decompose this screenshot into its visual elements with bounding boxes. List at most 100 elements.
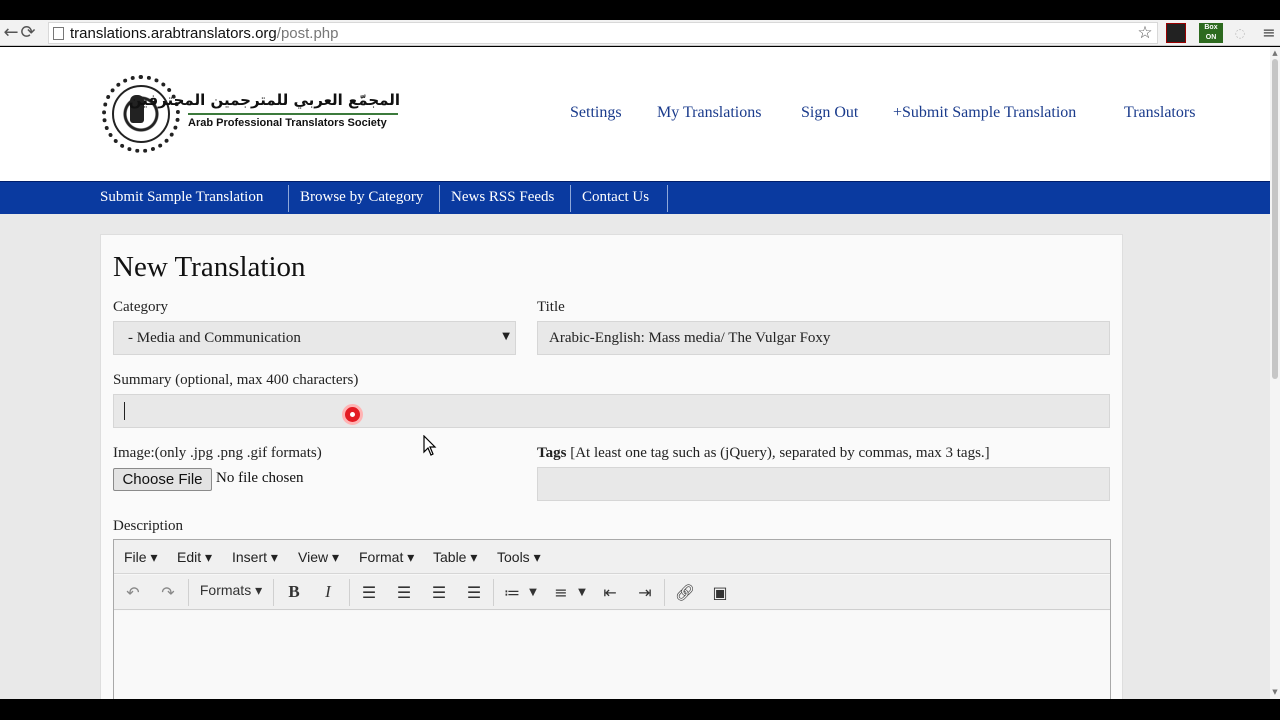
bullet-list-icon[interactable]: ≔ (501, 582, 523, 604)
nav-separator (439, 185, 440, 212)
toolbar-separator (273, 579, 274, 606)
window-bottom-bar (0, 699, 1280, 720)
editor-menu-view[interactable]: View ▾ (298, 549, 339, 566)
editor-menu-bar: File ▾ Edit ▾ Insert ▾ View ▾ Format ▾ T… (114, 540, 1110, 574)
indent-icon[interactable]: ⇥ (634, 582, 656, 604)
top-nav-sign-out[interactable]: Sign Out (801, 104, 858, 122)
image-label: Image:(only .jpg .png .gif formats) (113, 445, 322, 461)
justify-icon[interactable]: ☰ (463, 582, 485, 604)
page-title: New Translation (113, 251, 306, 283)
chevron-down-icon: ▾ (150, 549, 158, 565)
editor-menu-format[interactable]: Format ▾ (359, 549, 414, 566)
outdent-icon[interactable]: ⇤ (599, 582, 621, 604)
numbered-list-icon[interactable]: ≡ (550, 582, 572, 604)
tags-input[interactable] (537, 467, 1110, 501)
box-on-extension-icon[interactable]: Box ON (1199, 23, 1223, 43)
chevron-down-icon[interactable]: ▼ (575, 582, 589, 604)
ext-badge-text: Box ON (1204, 24, 1218, 41)
star-icon[interactable]: ☆ (1135, 23, 1155, 43)
reload-icon[interactable]: ⟳ (17, 22, 39, 44)
choose-file-button[interactable]: Choose File (113, 468, 212, 491)
scroll-down-icon[interactable]: ▼ (1271, 688, 1279, 696)
description-editor: File ▾ Edit ▾ Insert ▾ View ▾ Format ▾ T… (113, 539, 1111, 699)
top-nav-my-translations[interactable]: My Translations (657, 104, 761, 122)
description-label: Description (113, 518, 183, 534)
image-icon[interactable]: ▣ (709, 582, 731, 604)
extension-icon-red[interactable] (1166, 23, 1186, 43)
menu-icon[interactable]: ≡ (1259, 23, 1279, 43)
nav-separator (667, 185, 668, 212)
extension-icon-gray[interactable]: ◌ (1230, 23, 1250, 43)
toolbar-separator (349, 579, 350, 606)
editor-menu-edit[interactable]: Edit ▾ (177, 549, 212, 566)
bold-icon[interactable]: B (283, 582, 305, 604)
align-center-icon[interactable]: ☰ (393, 582, 415, 604)
nav-browse-by-category[interactable]: Browse by Category (300, 182, 423, 214)
editor-menu-insert-label: Insert (232, 549, 268, 565)
chevron-down-icon: ▾ (270, 549, 278, 565)
editor-toolbar: ↶ ↷ Formats ▾ B I ☰ ☰ ☰ ☰ ≔ ▼ ≡ ▼ ⇤ ⇥ 🔗︎… (114, 575, 1110, 610)
editor-menu-edit-label: Edit (177, 549, 202, 565)
logo-english-name[interactable]: Arab Professional Translators Society (188, 117, 400, 129)
url-host: translations.arabtranslators.org (70, 25, 277, 42)
category-label: Category (113, 299, 168, 315)
top-nav-translators[interactable]: Translators (1124, 104, 1195, 122)
formats-dropdown[interactable]: Formats ▾ (198, 582, 264, 604)
address-bar[interactable]: translations.arabtranslators.org/post.ph… (48, 22, 1158, 44)
nav-contact-us[interactable]: Contact Us (582, 182, 649, 214)
main-nav-bar: Submit Sample Translation Browse by Cate… (0, 181, 1270, 214)
window-top-bar (0, 0, 1280, 20)
italic-icon[interactable]: I (317, 582, 339, 604)
editor-menu-view-label: View (298, 549, 329, 565)
url-path: /post.php (276, 25, 339, 42)
tags-label-line: Tags [At least one tag such as (jQuery),… (537, 445, 990, 462)
editor-menu-table-label: Table (433, 549, 467, 565)
logo-arabic-name[interactable]: المجمّع العربي للمترجمين المحترفين (129, 91, 400, 109)
scroll-up-icon[interactable]: ▲ (1271, 49, 1279, 57)
editor-menu-file[interactable]: File ▾ (124, 549, 157, 566)
tags-label: Tags (537, 445, 567, 461)
category-selected-value: - Media and Communication (128, 330, 301, 346)
chevron-down-icon: ▾ (470, 549, 478, 565)
formats-label: Formats (199, 582, 252, 598)
tags-hint: [At least one tag such as (jQuery), sepa… (570, 445, 990, 461)
screen: ← ⟳ translations.arabtranslators.org/pos… (0, 0, 1280, 720)
chevron-down-icon: ▾ (407, 549, 415, 565)
align-right-icon[interactable]: ☰ (428, 582, 450, 604)
summary-input[interactable] (113, 394, 1110, 428)
scrollbar-thumb[interactable] (1272, 59, 1278, 379)
page-icon (53, 27, 64, 40)
title-input[interactable]: Arabic-English: Mass media/ The Vulgar F… (537, 321, 1110, 355)
align-left-icon[interactable]: ☰ (358, 582, 380, 604)
text-caret (124, 402, 125, 420)
editor-menu-insert[interactable]: Insert ▾ (232, 549, 278, 566)
chevron-down-icon[interactable]: ▼ (526, 582, 540, 604)
top-nav-submit-sample[interactable]: +Submit Sample Translation (893, 104, 1076, 122)
mouse-pointer-icon (423, 435, 437, 456)
title-label: Title (537, 299, 565, 315)
category-select[interactable]: - Media and Communication ▼ (113, 321, 516, 355)
nav-news-rss-feeds[interactable]: News RSS Feeds (451, 182, 554, 214)
title-value: Arabic-English: Mass media/ The Vulgar F… (549, 330, 831, 346)
editor-content-area[interactable] (114, 611, 1110, 699)
undo-icon[interactable]: ↶ (122, 582, 144, 604)
chevron-down-icon: ▾ (255, 582, 263, 598)
editor-menu-file-label: File (124, 549, 147, 565)
link-icon[interactable]: 🔗︎ (674, 582, 696, 604)
nav-submit-sample-translation[interactable]: Submit Sample Translation (100, 182, 263, 214)
toolbar-separator (188, 579, 189, 606)
redo-icon[interactable]: ↷ (157, 582, 179, 604)
chevron-down-icon: ▾ (533, 549, 541, 565)
record-indicator-icon (342, 404, 363, 425)
editor-menu-table[interactable]: Table ▾ (433, 549, 477, 566)
page-viewport: المجمّع العربي للمترجمين المحترفين Arab … (0, 47, 1270, 699)
top-nav-settings[interactable]: Settings (570, 104, 622, 122)
page-scrollbar[interactable]: ▲ ▼ (1270, 47, 1280, 699)
editor-menu-tools[interactable]: Tools ▾ (497, 549, 541, 566)
no-file-chosen-text: No file chosen (216, 470, 304, 486)
chevron-down-icon: ▾ (331, 549, 340, 565)
dropdown-arrow-icon: ▼ (502, 331, 510, 342)
society-seal-logo[interactable] (102, 75, 180, 153)
editor-menu-format-label: Format (359, 549, 404, 565)
nav-separator (570, 185, 571, 212)
